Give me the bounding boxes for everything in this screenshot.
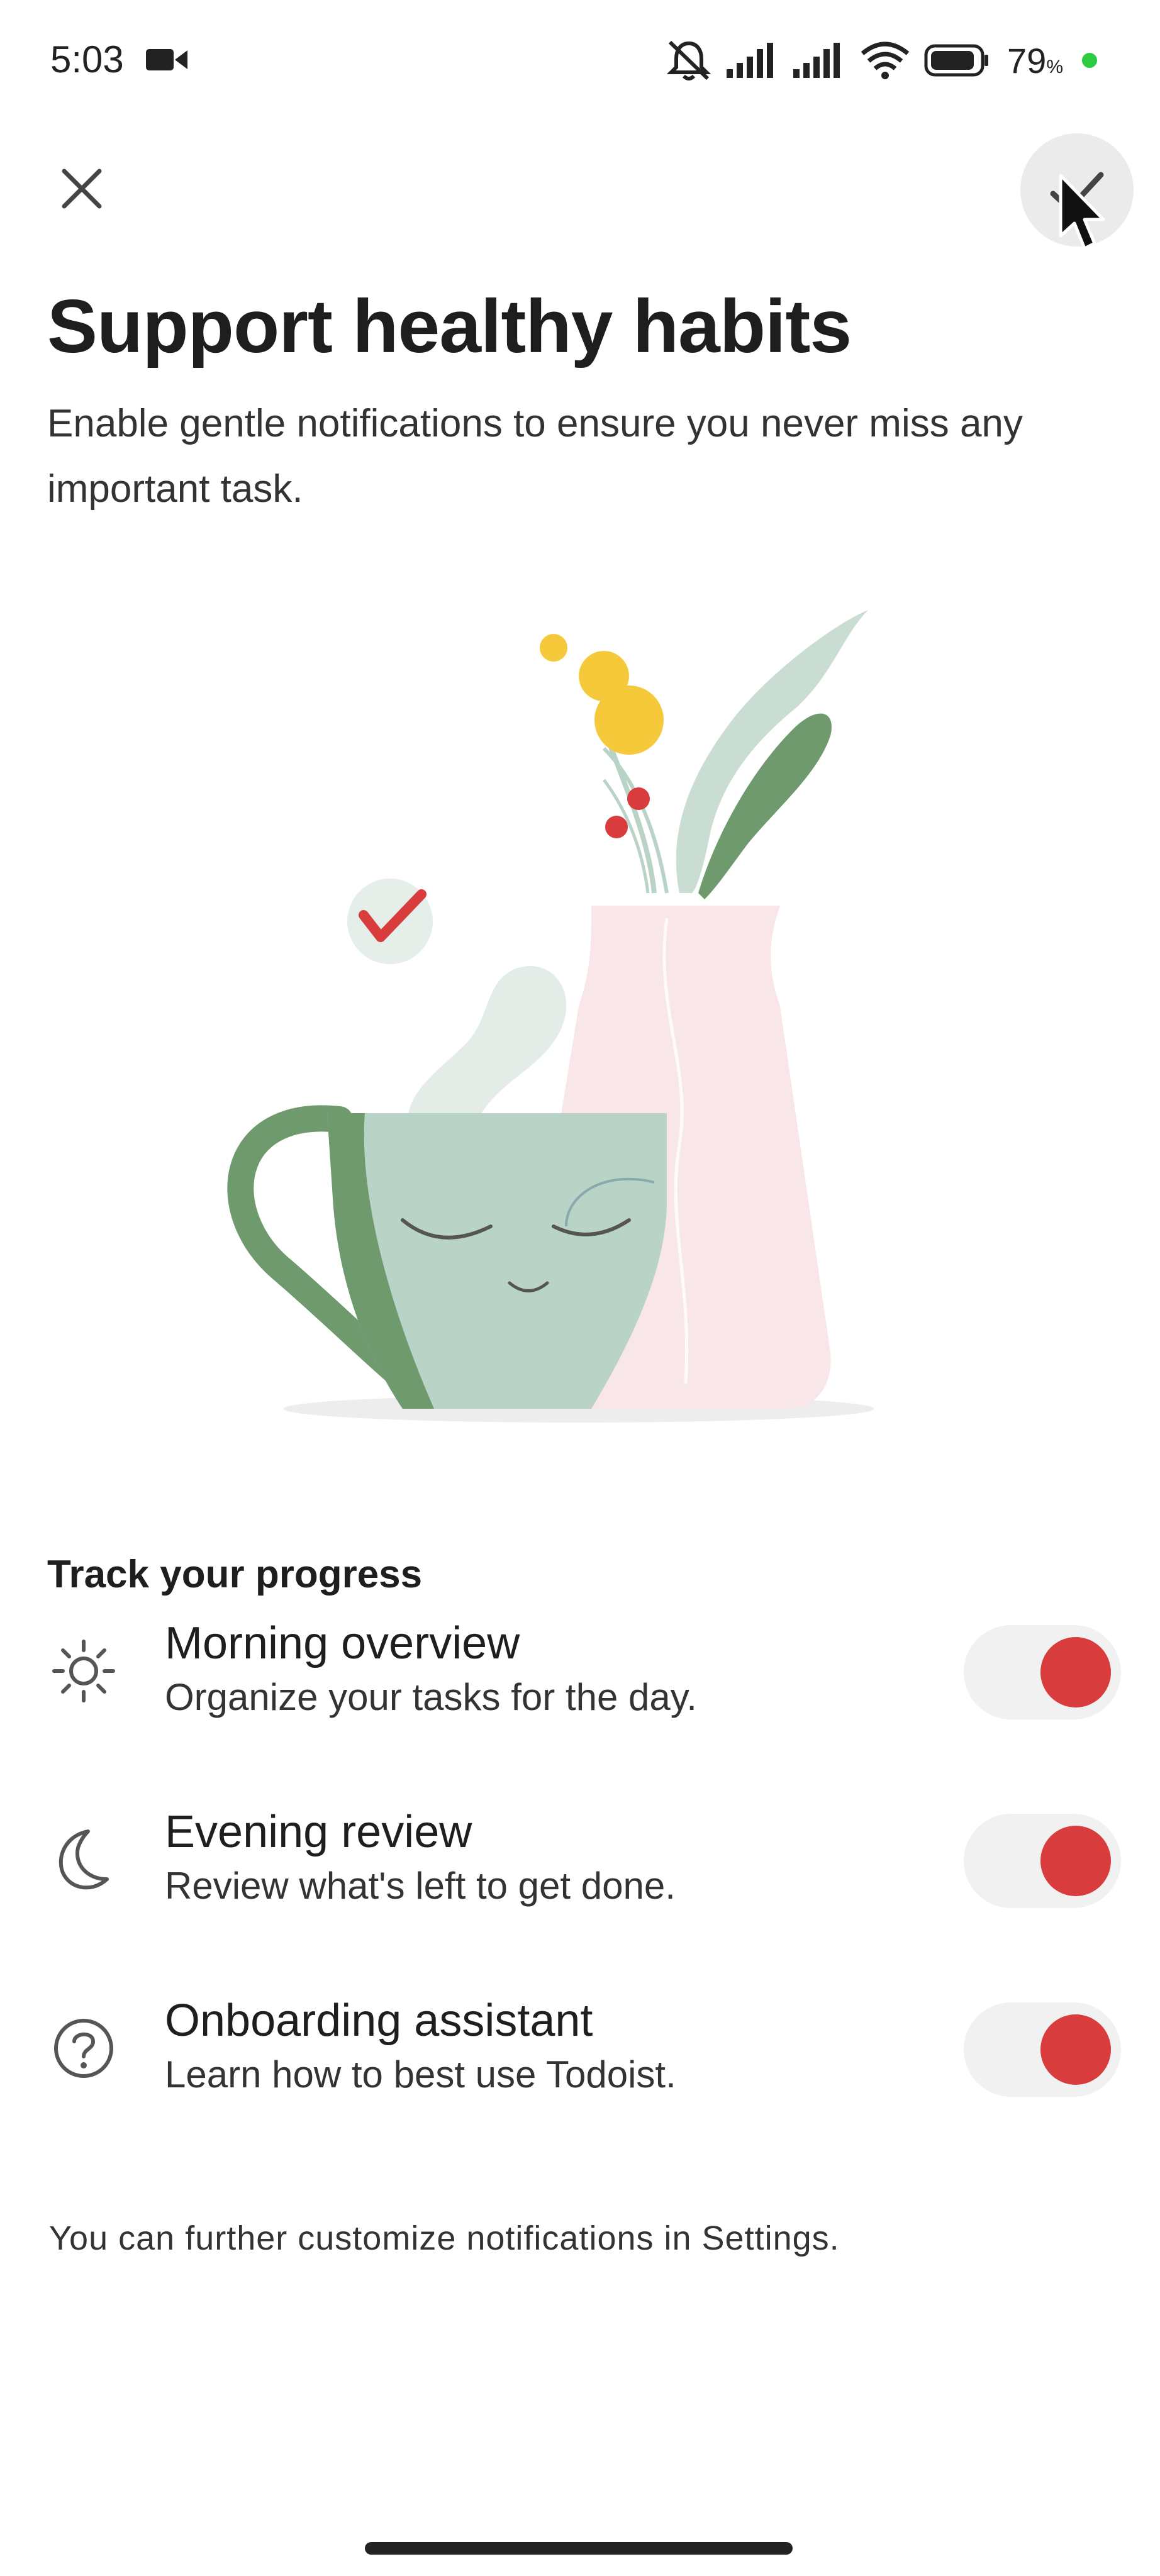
status-bar: 5:03 79%: [0, 0, 1160, 126]
signal-icon: [727, 43, 774, 78]
signal-icon: [793, 43, 840, 78]
page-title: Support healthy habits: [47, 284, 852, 369]
setting-title: Evening review: [165, 1807, 472, 1857]
status-time: 5:03: [50, 38, 124, 80]
privacy-indicator-dot: [1082, 53, 1097, 68]
setting-description: Learn how to best use Todoist.: [165, 2053, 676, 2096]
toggle-knob: [1040, 1826, 1111, 1896]
toggle-knob: [1040, 1637, 1111, 1707]
onboarding-assistant-toggle[interactable]: [964, 2002, 1121, 2097]
confirm-button[interactable]: [1020, 133, 1134, 247]
status-icons: 79%: [665, 35, 1097, 86]
setting-description: Review what's left to get done.: [165, 1865, 676, 1907]
mug-and-vase-illustration: [227, 610, 874, 1423]
help-circle-icon: [54, 2019, 113, 2078]
close-icon: [62, 169, 102, 209]
checkmark-icon: [1050, 172, 1104, 212]
setting-title: Onboarding assistant: [165, 1996, 593, 2046]
setting-row-morning-overview[interactable]: Morning overview Organize your tasks for…: [0, 1618, 1160, 1756]
moon-icon: [59, 1829, 109, 1890]
setting-row-evening-review[interactable]: Evening review Review what's left to get…: [0, 1806, 1160, 1945]
page-subtitle: Enable gentle notifications to ensure yo…: [47, 402, 1023, 511]
evening-review-toggle[interactable]: [964, 1814, 1121, 1908]
footer-note: You can further customize notifications …: [49, 2219, 840, 2257]
setting-description: Organize your tasks for the day.: [165, 1676, 697, 1718]
notification-onboarding-screen: 5:03 79% Support healthy habits Enable g…: [0, 0, 1160, 2576]
sun-icon: [52, 1640, 115, 1702]
battery-icon: [924, 44, 989, 77]
section-heading: Track your progress: [47, 1553, 423, 1596]
muted-bell-icon: [666, 40, 711, 80]
setting-title: Morning overview: [165, 1618, 520, 1668]
home-indicator[interactable]: [365, 2542, 793, 2555]
video-camera-icon: [146, 49, 187, 70]
setting-row-onboarding-assistant[interactable]: Onboarding assistant Learn how to best u…: [0, 1995, 1160, 2133]
wifi-icon: [861, 42, 910, 79]
toggle-knob: [1040, 2014, 1111, 2085]
morning-overview-toggle[interactable]: [964, 1625, 1121, 1719]
battery-percent: 79%: [1007, 40, 1063, 80]
close-button[interactable]: [57, 164, 107, 214]
